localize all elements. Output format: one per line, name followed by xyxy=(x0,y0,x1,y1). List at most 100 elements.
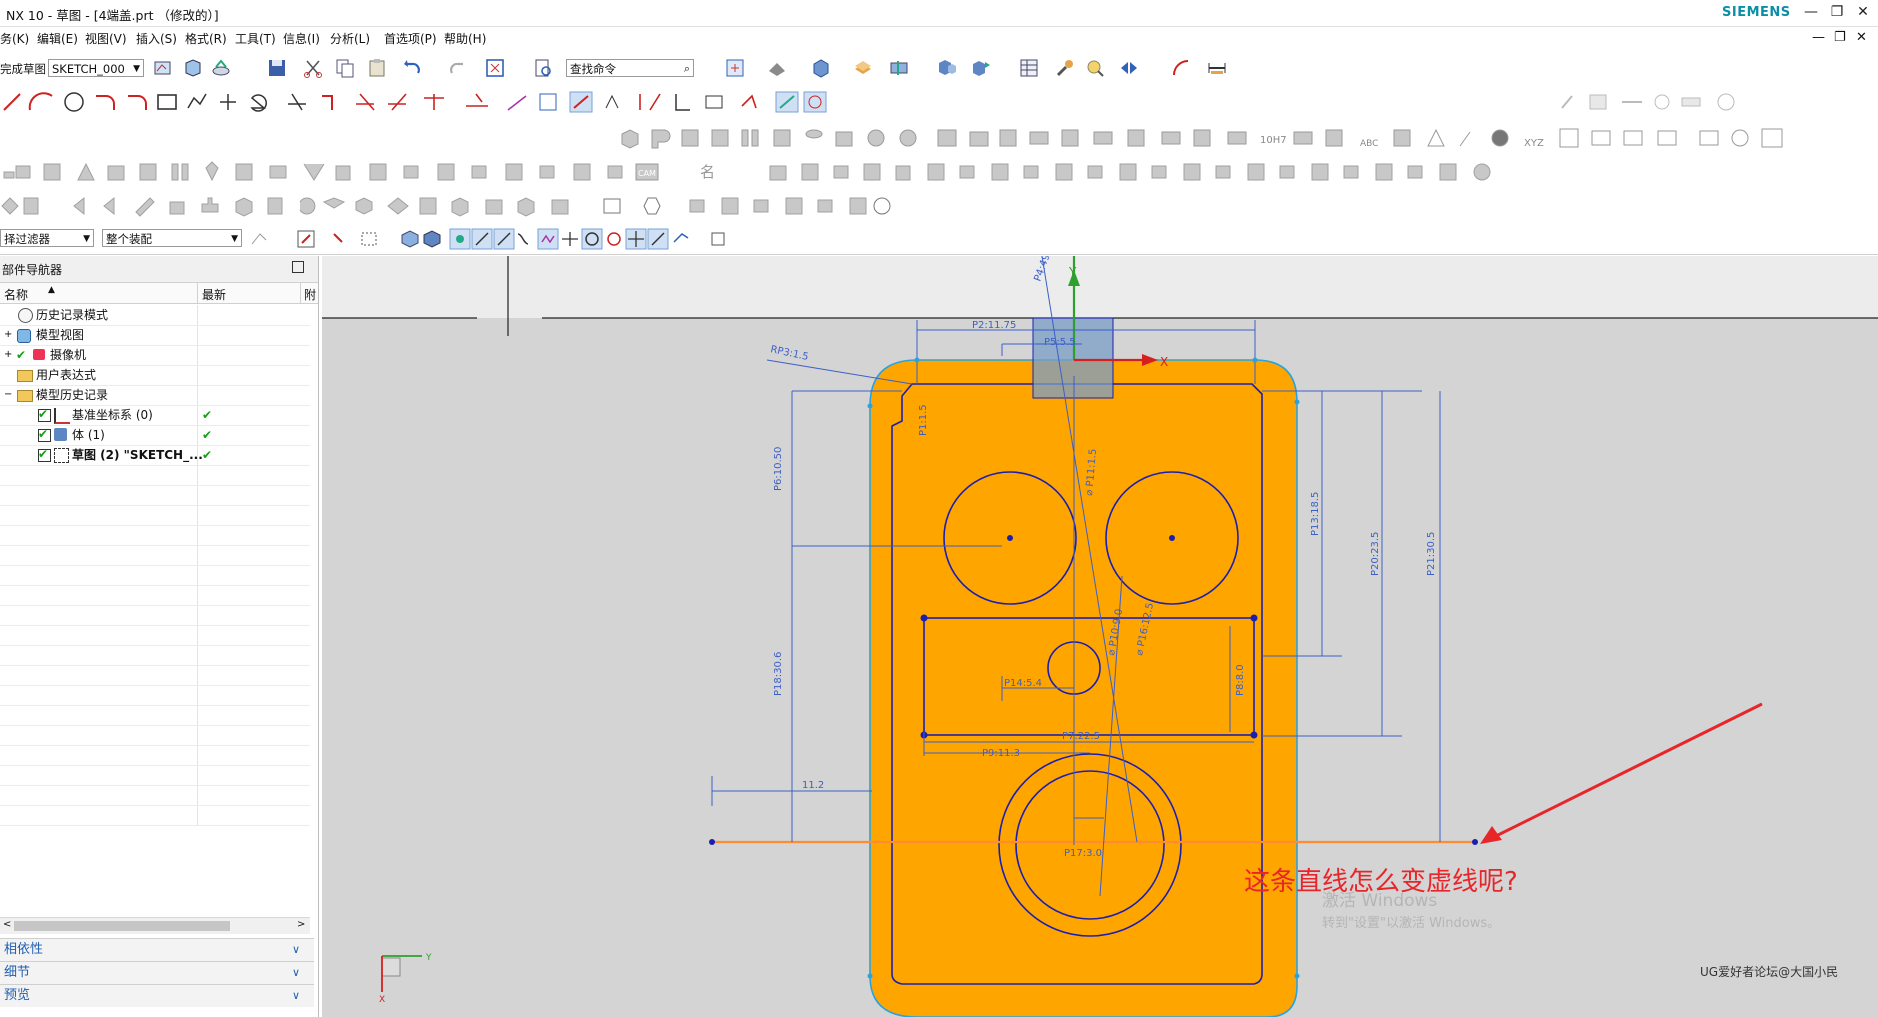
menu-tools[interactable]: 工具(T) xyxy=(235,30,276,47)
tree-item-history-mode[interactable]: 历史记录模式 xyxy=(0,305,310,326)
doc-restore-button[interactable]: ❐ xyxy=(1834,30,1846,45)
scroll-right-icon[interactable]: > xyxy=(297,919,305,930)
paste-icon[interactable] xyxy=(366,57,388,79)
save-icon[interactable] xyxy=(266,57,288,79)
doc-minimize-button[interactable]: — xyxy=(1812,30,1825,45)
modeling-toolbar xyxy=(0,188,1878,222)
graphics-window[interactable]: Y X P4:49.0 P2:11.75 P5:5.5 RP3:1.5 P6:1… xyxy=(322,256,1878,1017)
command-finder-icon[interactable] xyxy=(532,57,554,79)
scroll-left-icon[interactable]: < xyxy=(3,919,11,930)
redo-icon[interactable] xyxy=(446,57,468,79)
chevron-down-icon: ∨ xyxy=(292,989,301,1002)
sketch-task-icon[interactable] xyxy=(152,57,174,79)
svg-text:P14:5.4: P14:5.4 xyxy=(1004,678,1042,689)
menu-info[interactable]: 信息(I) xyxy=(283,30,320,47)
tree-item-user-expressions[interactable]: 用户表达式 xyxy=(0,365,310,386)
render-style-icon[interactable] xyxy=(766,57,788,79)
section-view-icon[interactable] xyxy=(888,57,910,79)
tree-item-model-history[interactable]: − 模型历史记录 xyxy=(0,385,310,406)
latest-status: ✔ xyxy=(202,428,213,442)
collapse-icon[interactable]: − xyxy=(4,385,12,405)
menu-preferences[interactable]: 首选项(P) xyxy=(384,30,437,47)
selection-filter-select[interactable]: 择过滤器 ▼ xyxy=(0,229,94,247)
sort-ascending-icon[interactable]: ▲ xyxy=(48,285,55,295)
analysis-icon[interactable] xyxy=(1084,57,1106,79)
navigator-header: 部件导航器 xyxy=(0,256,318,283)
command-search-input[interactable]: 查找命令 ⌕ xyxy=(566,59,694,77)
copy-icon[interactable] xyxy=(334,57,356,79)
tree-item-sketch[interactable]: ✔ 草图 (2) "SKETCH_... ✔ xyxy=(0,445,310,466)
svg-text:P1:1.5: P1:1.5 xyxy=(918,404,929,436)
sketch-curve-toolbar xyxy=(0,86,1878,118)
assembly-icon[interactable] xyxy=(936,57,958,79)
tree-item-model-views[interactable]: + 模型视图 xyxy=(0,325,310,346)
measure-icon[interactable] xyxy=(1206,57,1228,79)
menu-analysis[interactable]: 分析(L) xyxy=(330,30,370,47)
layer-icon[interactable] xyxy=(852,57,874,79)
chevron-down-icon: ∨ xyxy=(292,943,301,956)
tree-item-body[interactable]: ✔ 体 (1) ✔ xyxy=(0,425,310,446)
close-button[interactable]: ✕ xyxy=(1852,2,1874,22)
navigator-tree: 历史记录模式 + 模型视图 + ✔ 摄像机 用户表达式 − 模型历史记录 ✔ 基… xyxy=(0,305,314,826)
column-latest[interactable]: 最新 xyxy=(202,286,226,303)
svg-text:P18:30.6: P18:30.6 xyxy=(773,652,784,696)
sketch-name-select[interactable]: SKETCH_000 ▼ xyxy=(48,59,144,77)
activation-watermark-hint: 转到"设置"以激活 Windows。 xyxy=(1322,916,1500,931)
tool-icon[interactable] xyxy=(1054,57,1076,79)
svg-text:P17:3.0: P17:3.0 xyxy=(1064,848,1102,859)
sketch-icon xyxy=(54,448,69,463)
preview-panel[interactable]: 预览 ∨ xyxy=(0,984,314,1007)
finish-sketch-button[interactable]: 完成草图 xyxy=(0,61,46,77)
tree-item-datum-csys[interactable]: ✔ 基准坐标系 (0) ✔ xyxy=(0,405,310,426)
menu-edit[interactable]: 编辑(E) xyxy=(37,30,78,47)
menu-view[interactable]: 视图(V) xyxy=(85,30,127,47)
arc-tool-icon[interactable] xyxy=(1170,57,1192,79)
undo-icon[interactable] xyxy=(402,57,424,79)
column-name[interactable]: 名称 xyxy=(4,286,28,303)
x-axis-label: X xyxy=(1160,355,1168,369)
menu-bar: 务(K) 编辑(E) 视图(V) 插入(S) 格式(R) 工具(T) 信息(I)… xyxy=(0,27,1878,49)
doc-close-button[interactable]: ✕ xyxy=(1856,30,1867,45)
latest-status: ✔ xyxy=(202,448,213,462)
table-icon[interactable] xyxy=(1018,57,1040,79)
svg-text:P9:11.3: P9:11.3 xyxy=(982,748,1020,759)
snap-view-icon[interactable] xyxy=(1118,57,1140,79)
navigator-h-scrollbar[interactable]: < > xyxy=(0,917,310,934)
body-icon xyxy=(54,428,67,441)
expand-icon[interactable]: + xyxy=(4,345,12,365)
restore-button[interactable]: ❐ xyxy=(1826,2,1848,22)
snap-point-tools[interactable] xyxy=(248,228,728,250)
clock-icon xyxy=(18,308,33,323)
selection-scope-select[interactable]: 整个装配 ▼ xyxy=(102,229,242,247)
view-orient-icon[interactable] xyxy=(724,57,746,79)
menu-task[interactable]: 务(K) xyxy=(0,30,29,47)
reattach-icon[interactable] xyxy=(210,57,232,79)
feature-tools[interactable]: 10H7 ABC XYZ xyxy=(618,126,1878,150)
update-model-icon[interactable] xyxy=(182,57,204,79)
column-attached[interactable]: 附 xyxy=(304,286,316,303)
svg-text:XYZ: XYZ xyxy=(1524,138,1544,149)
view-triad: Y X xyxy=(379,953,432,1005)
constraint-tools[interactable]: CAM 名 xyxy=(0,160,1520,184)
shaded-view-icon[interactable] xyxy=(810,57,832,79)
tree-item-cameras[interactable]: + ✔ 摄像机 xyxy=(0,345,310,366)
snap-view-tools[interactable] xyxy=(1556,90,1756,114)
sync-icon[interactable] xyxy=(970,57,992,79)
dependencies-panel[interactable]: 相依性 ∨ xyxy=(0,938,314,961)
expand-icon[interactable]: + xyxy=(4,325,12,345)
menu-help[interactable]: 帮助(H) xyxy=(444,30,486,47)
svg-text:CAM: CAM xyxy=(638,169,656,178)
cut-icon[interactable] xyxy=(302,57,324,79)
minimize-button[interactable]: — xyxy=(1800,2,1822,22)
svg-text:P6:10.50: P6:10.50 xyxy=(773,447,784,491)
svg-text:P13:18.5: P13:18.5 xyxy=(1310,492,1321,536)
navigator-title: 部件导航器 xyxy=(2,263,63,277)
modeling-tools[interactable] xyxy=(0,194,920,218)
menu-format[interactable]: 格式(R) xyxy=(185,30,227,47)
scroll-thumb[interactable] xyxy=(14,921,230,931)
navigator-maximize-button[interactable] xyxy=(292,261,304,273)
fit-view-icon[interactable] xyxy=(484,57,506,79)
details-panel[interactable]: 细节 ∨ xyxy=(0,961,314,984)
sketch-curve-tools[interactable] xyxy=(0,90,860,114)
menu-insert[interactable]: 插入(S) xyxy=(136,30,177,47)
